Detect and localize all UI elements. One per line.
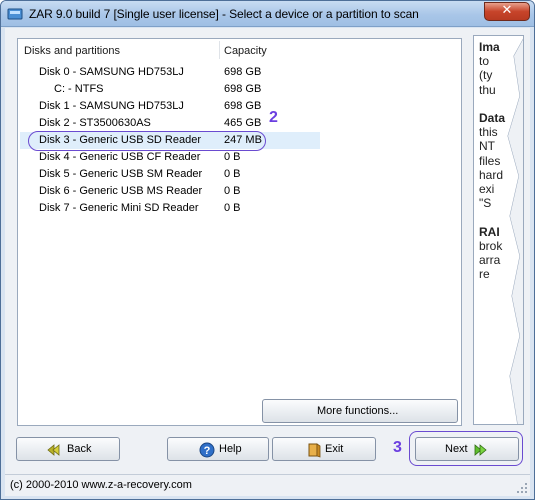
disk-row-name: C: - NTFS [54, 83, 104, 95]
resize-grip-icon[interactable] [516, 482, 528, 494]
disk-row-name: Disk 0 - SAMSUNG HD753LJ [39, 66, 184, 78]
next-highlight-ring [409, 431, 523, 466]
title-bar[interactable]: ZAR 9.0 build 7 [Single user license] - … [1, 1, 534, 27]
disk-row[interactable]: Disk 0 - SAMSUNG HD753LJ 698 GB [20, 64, 320, 81]
step-3-label: 3 [393, 439, 402, 456]
help-panel[interactable]: Ima to (ty thu Data this NT files hard exi "S RAI br… [473, 35, 524, 425]
app-icon [7, 8, 23, 20]
back-label: Back [67, 443, 92, 455]
help-icon: ? [199, 442, 215, 458]
disk-list[interactable]: Disks and partitions Capacity Disk 0 - S… [17, 38, 462, 426]
more-functions-label: More functions... [317, 405, 399, 417]
disk-row-name: Disk 2 - ST3500630AS [39, 117, 151, 129]
disk-row[interactable]: Disk 7 - Generic Mini SD Reader 0 B [20, 200, 320, 217]
column-header-disks[interactable]: Disks and partitions [24, 45, 120, 57]
disk-row-name: Disk 6 - Generic USB MS Reader [39, 185, 203, 197]
exit-button[interactable]: Exit [272, 437, 376, 461]
disk-row-name: Disk 5 - Generic USB SM Reader [39, 168, 203, 180]
back-arrow-icon [47, 444, 60, 456]
torn-edge-icon [507, 38, 523, 424]
svg-text:?: ? [204, 445, 211, 457]
disk-row-capacity: 0 B [224, 151, 241, 163]
list-header: Disks and partitions Capacity [18, 39, 461, 61]
back-button[interactable]: Back [16, 437, 120, 461]
disk-row-capacity: 698 GB [224, 83, 262, 95]
disk-row-name: Disk 7 - Generic Mini SD Reader [39, 202, 199, 214]
disk-row-name: Disk 1 - SAMSUNG HD753LJ [39, 100, 184, 112]
disk-row[interactable]: C: - NTFS 698 GB [20, 81, 320, 98]
help-label: Help [219, 443, 242, 455]
disk-row[interactable]: Disk 5 - Generic USB SM Reader 0 B [20, 166, 320, 183]
close-icon: ✕ [501, 3, 513, 18]
disk-row-capacity: 0 B [224, 202, 241, 214]
disk-row-capacity: 465 GB [224, 117, 262, 129]
disk-row[interactable]: Disk 4 - Generic USB CF Reader 0 B [20, 149, 320, 166]
disk-row-capacity: 698 GB [224, 66, 262, 78]
disk-row-capacity: 698 GB [224, 100, 262, 112]
step-2-label: 2 [269, 109, 278, 126]
window-title: ZAR 9.0 build 7 [Single user license] - … [29, 7, 419, 21]
disk-row[interactable]: Disk 6 - Generic USB MS Reader 0 B [20, 183, 320, 200]
disk-row-capacity: 0 B [224, 185, 241, 197]
close-button[interactable]: ✕ [484, 2, 530, 21]
exit-door-icon [308, 443, 321, 458]
disk-row-name: Disk 4 - Generic USB CF Reader [39, 151, 201, 163]
disk-row-capacity: 0 B [224, 168, 241, 180]
selection-highlight-ring [28, 131, 266, 151]
app-window: ZAR 9.0 build 7 [Single user license] - … [0, 0, 535, 500]
copyright-text: (c) 2000-2010 www.z-a-recovery.com [10, 479, 192, 491]
status-bar: (c) 2000-2010 www.z-a-recovery.com [5, 474, 530, 496]
help-button[interactable]: ? Help [167, 437, 269, 461]
column-separator[interactable] [219, 41, 220, 59]
more-functions-button[interactable]: More functions... [262, 399, 458, 423]
exit-label: Exit [325, 443, 344, 455]
column-header-capacity[interactable]: Capacity [224, 45, 267, 57]
